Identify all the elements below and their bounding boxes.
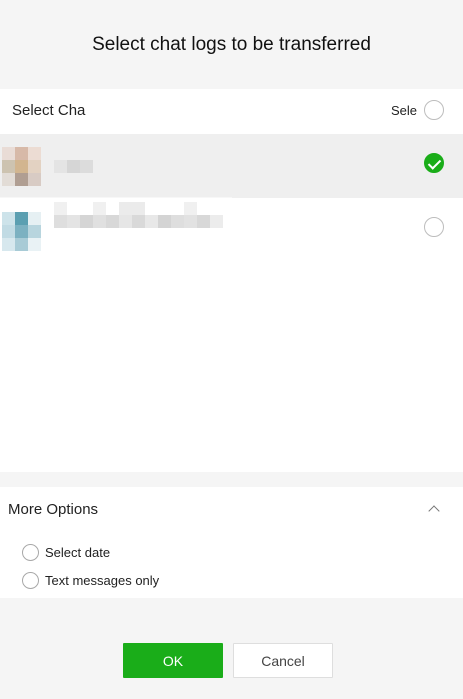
select-date-radio[interactable]	[22, 543, 39, 561]
more-options-panel: More Options Select date Text messages o…	[0, 487, 463, 598]
avatar	[2, 147, 42, 187]
chat-list-header-title: Select Cha	[12, 102, 86, 119]
avatar	[2, 212, 42, 252]
select-all-checkbox[interactable]	[424, 100, 444, 120]
chevron-up-icon[interactable]	[428, 505, 440, 517]
chat-item-checkbox[interactable]	[424, 153, 444, 173]
chat-name	[54, 202, 224, 228]
ok-button[interactable]: OK	[123, 643, 223, 678]
chat-list-item[interactable]	[0, 134, 463, 198]
select-all-label[interactable]: Sele	[391, 103, 417, 118]
chat-list-header: Select Cha Sele	[0, 89, 463, 133]
option-label: Text messages only	[45, 572, 160, 588]
option-label: Select date	[45, 544, 111, 560]
dialog-title: Select chat logs to be transferred	[92, 33, 371, 55]
text-only-radio[interactable]	[22, 571, 39, 589]
chat-name	[54, 160, 94, 173]
cancel-button[interactable]: Cancel	[233, 643, 333, 678]
option-text-only[interactable]: Text messages only	[22, 571, 159, 589]
chat-list-panel: Select Cha Sele	[0, 89, 463, 472]
option-select-date[interactable]: Select date	[22, 543, 110, 561]
chat-item-checkbox[interactable]	[424, 217, 444, 237]
more-options-title[interactable]: More Options	[8, 501, 98, 518]
chat-list-item[interactable]	[0, 198, 463, 262]
